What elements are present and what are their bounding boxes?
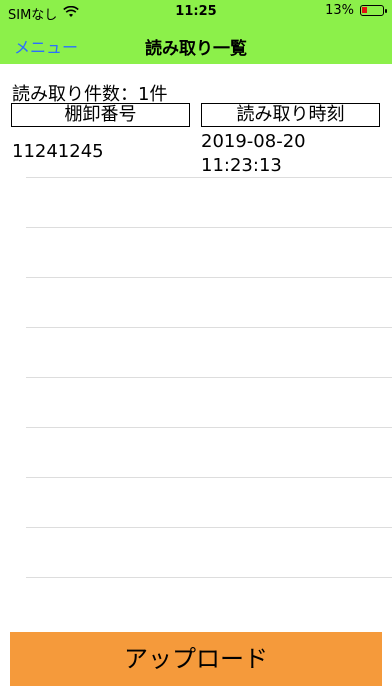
battery-fill (362, 7, 367, 13)
top-bar: SIMなし 11:25 13% メニュー 読み取り一覧 (0, 0, 392, 64)
upload-button[interactable]: アップロード (10, 632, 382, 686)
column-header-time: 読み取り時刻 (201, 103, 380, 127)
empty-row (0, 278, 392, 328)
battery-percent: 13% (325, 3, 354, 18)
battery-info: 13% (325, 3, 387, 18)
read-list[interactable]: 11241245 2019-08-20 11:23:13 (0, 128, 392, 632)
status-bar: SIMなし 11:25 13% (0, 0, 392, 23)
list-item[interactable]: 11241245 2019-08-20 11:23:13 (0, 128, 392, 178)
empty-row (0, 478, 392, 528)
read-date: 2019-08-20 (201, 131, 306, 152)
empty-row (0, 228, 392, 278)
empty-row (0, 528, 392, 578)
empty-row (0, 378, 392, 428)
empty-row (0, 178, 392, 228)
inventory-number: 11241245 (12, 141, 104, 162)
row-separator (26, 577, 392, 578)
column-header-code: 棚卸番号 (11, 103, 190, 127)
read-time: 11:23:13 (201, 155, 282, 176)
battery-icon (360, 5, 387, 16)
empty-row (0, 328, 392, 378)
read-timestamp: 2019-08-20 11:23:13 (201, 130, 306, 178)
empty-row (0, 428, 392, 478)
navigation-bar: メニュー 読み取り一覧 (0, 22, 392, 64)
page-title: 読み取り一覧 (145, 39, 247, 59)
